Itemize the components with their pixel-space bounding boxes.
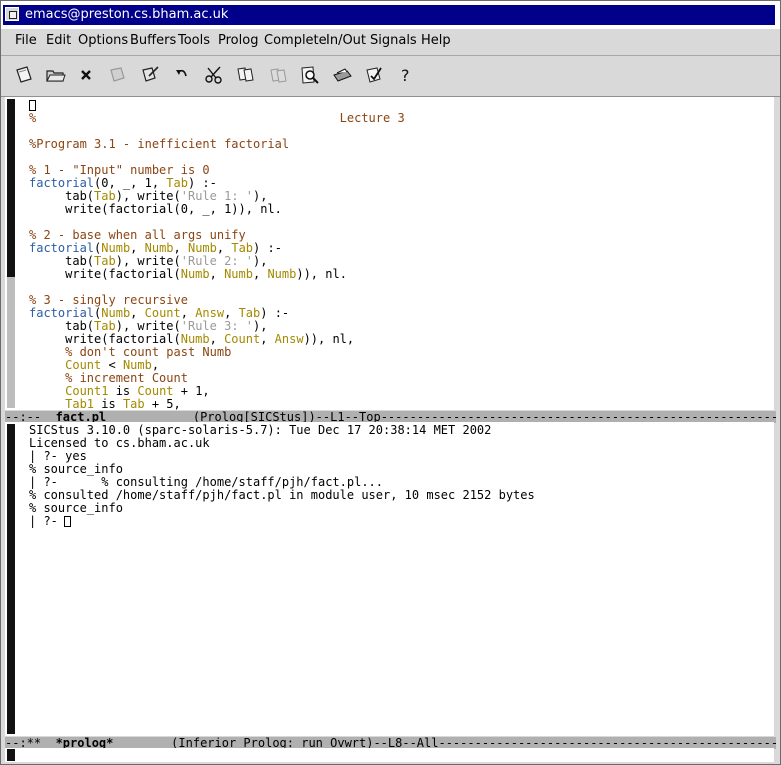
menu-edit[interactable]: Edit (46, 33, 71, 48)
menu-buffers[interactable]: Buffers (130, 33, 176, 48)
menu-bar: File Edit Options Buffers Tools Prolog C… (1, 29, 780, 56)
tool-bar: ? (1, 56, 780, 97)
undo-icon[interactable] (171, 64, 193, 86)
open-file-icon[interactable] (13, 64, 35, 86)
paste-icon[interactable] (267, 64, 289, 86)
menu-tools[interactable]: Tools (178, 33, 210, 48)
copy-icon[interactable] (235, 64, 257, 86)
help-icon[interactable]: ? (395, 64, 417, 86)
menu-help[interactable]: Help (421, 33, 451, 48)
title-bar[interactable]: emacs@preston.cs.bham.ac.uk (1, 1, 780, 29)
menu-file[interactable]: File (15, 33, 37, 48)
code-line: % Lecture 3 (29, 111, 405, 125)
minibuffer-scrollbar[interactable] (7, 749, 15, 761)
svg-text:?: ? (401, 66, 410, 85)
source-scrollbar[interactable] (5, 97, 17, 410)
code-line: write(factorial(0, _, 1)), nl. (29, 202, 282, 216)
scrollbar-thumb[interactable] (7, 424, 15, 734)
menu-signals[interactable]: Signals (370, 33, 417, 48)
customize-icon[interactable] (363, 64, 385, 86)
emacs-window: emacs@preston.cs.bham.ac.uk File Edit Op… (0, 0, 781, 765)
text-cursor (64, 516, 71, 527)
menu-options[interactable]: Options (78, 33, 128, 48)
save-as-icon[interactable] (139, 64, 161, 86)
prolog-buffer[interactable]: SICStus 3.10.0 (sparc-solaris-5.7): Tue … (5, 422, 774, 736)
window-menu-icon[interactable] (5, 7, 19, 21)
open-directory-icon[interactable] (44, 64, 66, 86)
menu-in-out[interactable]: In/Out (326, 33, 366, 48)
prolog-prompt[interactable]: | ?- (29, 515, 65, 528)
cut-icon[interactable] (203, 64, 225, 86)
scrollbar-thumb[interactable] (7, 99, 15, 277)
close-icon[interactable] (75, 64, 97, 86)
print-icon[interactable] (331, 64, 353, 86)
scrollbar-trough[interactable] (7, 277, 15, 408)
menu-complete[interactable]: Complete (264, 33, 327, 48)
menu-prolog[interactable]: Prolog (218, 33, 258, 48)
save-icon[interactable] (106, 64, 128, 86)
source-buffer[interactable]: % Lecture 3 %Program 3.1 - inefficient f… (5, 97, 774, 411)
search-icon[interactable] (299, 64, 321, 86)
window-title: emacs@preston.cs.bham.ac.uk (25, 7, 229, 22)
text-cursor (29, 100, 36, 111)
code-line: write(factorial(Numb, Numb, Numb)), nl. (29, 267, 347, 281)
minibuffer[interactable] (5, 748, 774, 762)
code-line: %Program 3.1 - inefficient factorial (29, 137, 290, 151)
prolog-scrollbar[interactable] (5, 422, 17, 736)
code-line: Tab1 is Tab + 5, (65, 397, 181, 411)
